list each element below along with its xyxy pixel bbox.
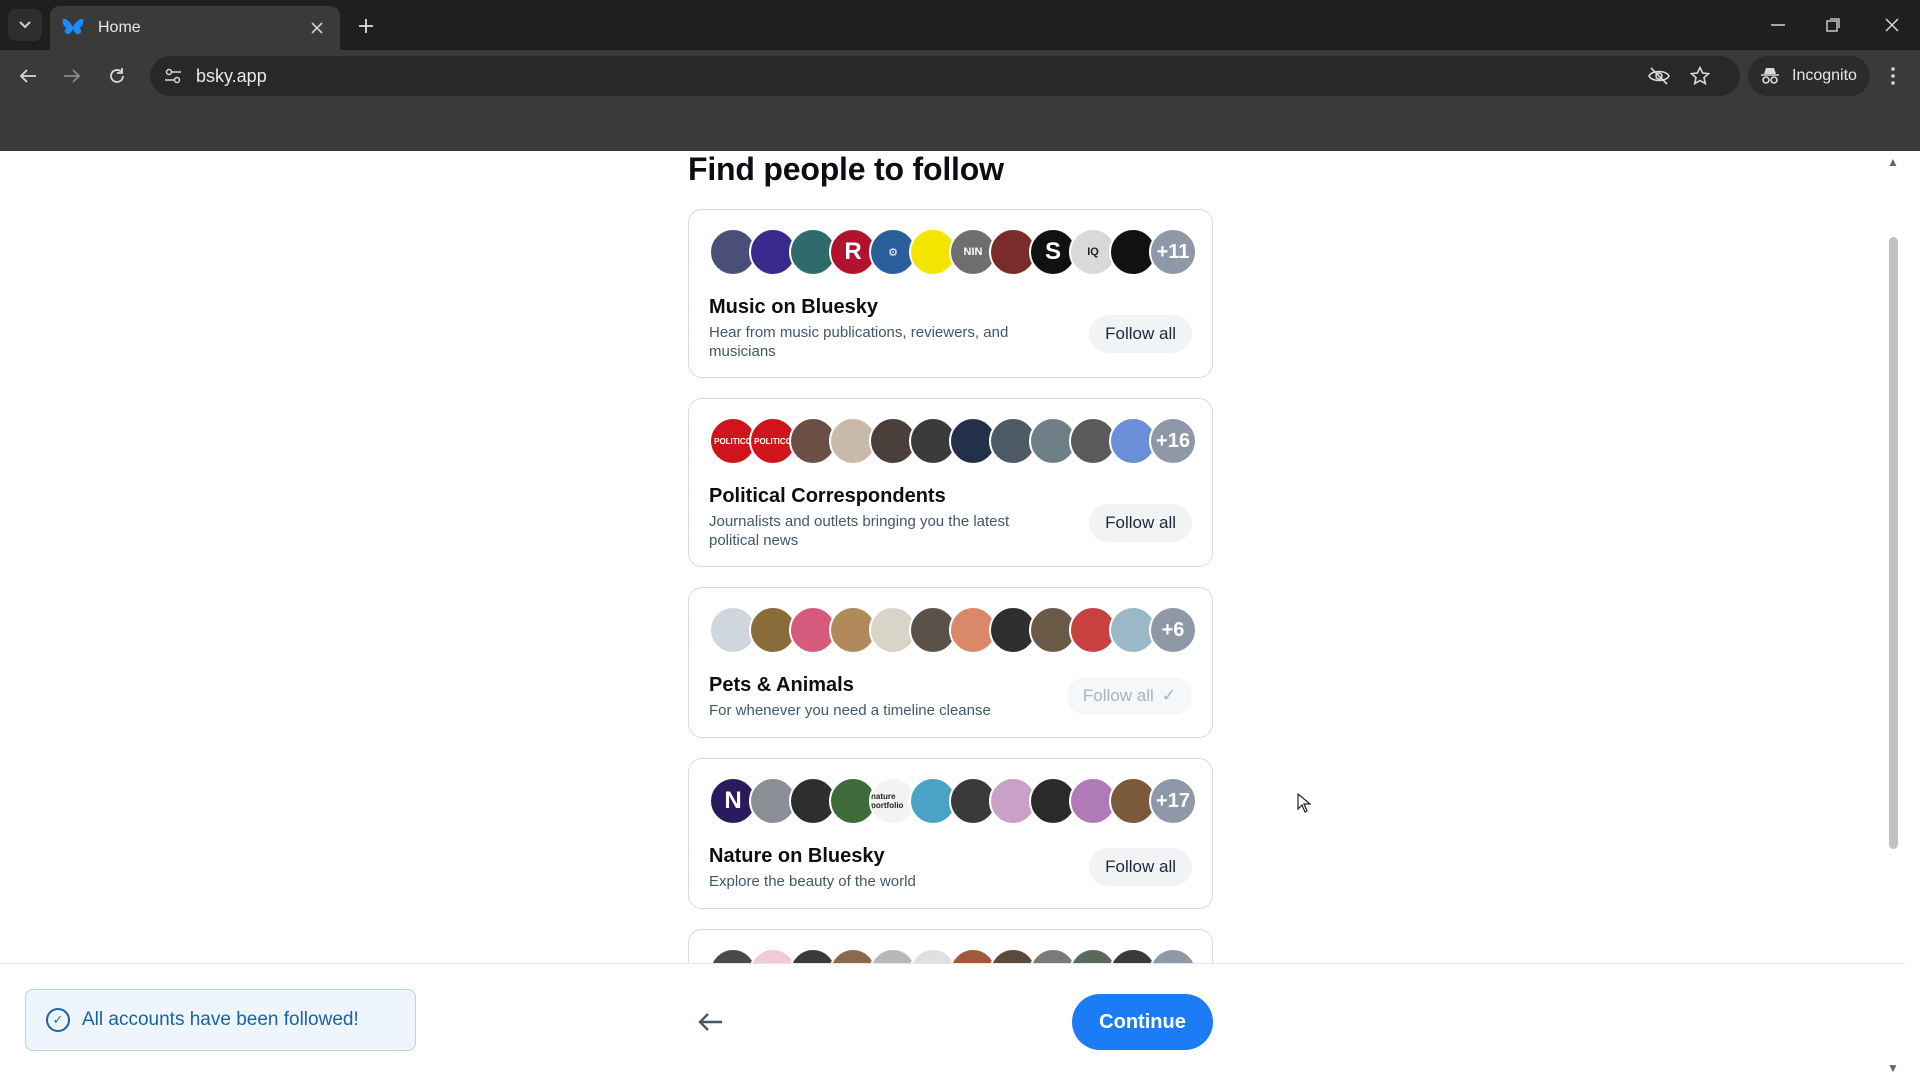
- incognito-label: Incognito: [1792, 67, 1857, 84]
- browser-tab-home[interactable]: Home: [50, 6, 340, 50]
- arrow-right-icon: [64, 69, 81, 83]
- page-content: Find people to follow R ⚙ NIN S IQ +11 Music …: [0, 151, 1920, 1080]
- follow-all-label: Follow all: [1082, 686, 1154, 705]
- scroll-up-arrow-icon[interactable]: ▲: [1887, 155, 1899, 169]
- follow-all-label: Follow all: [1105, 324, 1176, 343]
- reload-button[interactable]: [101, 60, 133, 92]
- starter-pack-card: POLITICO POLITICO +16 Political Correspond…: [688, 398, 1213, 567]
- starter-pack-card: +6 Pets & Animals For whenever you need …: [688, 587, 1213, 738]
- card-description: Explore the beauty of the world: [709, 873, 916, 890]
- reload-icon: [110, 68, 124, 83]
- restore-icon: [1826, 18, 1840, 32]
- page-scrollbar[interactable]: ▲ ▼: [1885, 151, 1905, 1080]
- bluesky-butterfly-icon: [62, 17, 84, 39]
- starter-pack-card: R ⚙ NIN S IQ +11 Music on Bluesky Hear from m…: [688, 209, 1213, 378]
- avatar-stack: Nnature portfolio +17: [709, 777, 1197, 825]
- starter-pack-card: Nnature portfolio +17 Nature on Bluesky E…: [688, 758, 1213, 909]
- close-window-button[interactable]: [1872, 10, 1912, 40]
- card-description: For whenever you need a timeline cleanse: [709, 702, 991, 719]
- minimize-window-button[interactable]: [1758, 10, 1798, 40]
- check-circle-icon: ✓: [46, 1008, 70, 1032]
- arrow-left-icon: [698, 1013, 722, 1031]
- bookmark-star-icon[interactable]: [1687, 64, 1713, 88]
- tab-strip: Home: [0, 0, 1920, 50]
- scroll-thumb[interactable]: [1889, 237, 1898, 849]
- follow-all-button[interactable]: Follow all: [1089, 504, 1192, 542]
- follow-all-button[interactable]: Follow all: [1089, 315, 1192, 353]
- continue-label: Continue: [1099, 1010, 1186, 1033]
- back-button[interactable]: [12, 60, 44, 92]
- page-title: Find people to follow: [688, 151, 1004, 187]
- restore-window-button[interactable]: [1813, 10, 1853, 40]
- chevron-down-icon: [19, 21, 31, 29]
- card-description: Journalists and outlets bringing you the…: [709, 513, 1010, 549]
- close-icon: [1885, 18, 1899, 32]
- new-tab-button[interactable]: [352, 12, 380, 40]
- card-description: Hear from music publications, reviewers,…: [709, 324, 1009, 360]
- more-vertical-icon: [1891, 67, 1895, 85]
- incognito-indicator[interactable]: Incognito: [1748, 56, 1870, 96]
- card-title: Political Correspondents: [709, 485, 946, 507]
- toast-message: All accounts have been followed!: [82, 1009, 359, 1030]
- avatar-stack: +6: [709, 606, 1197, 654]
- avatar-more-count: +6: [1149, 606, 1197, 654]
- follow-all-button[interactable]: Follow all: [1089, 848, 1192, 886]
- browser-toolbar: bsky.app Incognito: [0, 50, 1920, 101]
- mouse-cursor-icon: [1297, 793, 1311, 813]
- success-toast: ✓ All accounts have been followed!: [25, 989, 416, 1051]
- avatar-stack: R ⚙ NIN S IQ +11: [709, 228, 1197, 276]
- tab-search-button[interactable]: [8, 9, 42, 41]
- card-title: Nature on Bluesky: [709, 845, 885, 867]
- card-title: Pets & Animals: [709, 674, 854, 696]
- follow-all-button[interactable]: Follow all ✓: [1066, 677, 1192, 715]
- forward-button[interactable]: [56, 60, 88, 92]
- onboarding-footer: ✓ All accounts have been followed! Conti…: [0, 964, 1905, 1080]
- back-step-button[interactable]: [690, 1002, 730, 1042]
- continue-button[interactable]: Continue: [1072, 994, 1213, 1050]
- follow-all-label: Follow all: [1105, 513, 1176, 532]
- tab-title: Home: [98, 19, 141, 36]
- follow-all-label: Follow all: [1105, 857, 1176, 876]
- avatar-more-count: +16: [1149, 417, 1197, 465]
- avatar-stack: POLITICO POLITICO +16: [709, 417, 1197, 465]
- url-text: bsky.app: [196, 66, 267, 86]
- minimize-icon: [1771, 24, 1785, 26]
- plus-icon: [359, 19, 373, 33]
- bookmarks-bar: [0, 101, 1920, 151]
- close-tab-icon[interactable]: [306, 17, 328, 39]
- card-title: Music on Bluesky: [709, 296, 878, 318]
- avatar-more-count: +11: [1149, 228, 1197, 276]
- address-bar[interactable]: bsky.app: [150, 56, 1740, 96]
- arrow-left-icon: [19, 69, 36, 83]
- browser-menu-button[interactable]: [1878, 60, 1908, 92]
- site-settings-icon[interactable]: [160, 64, 186, 88]
- scroll-down-arrow-icon[interactable]: ▼: [1887, 1061, 1899, 1075]
- eye-off-icon[interactable]: [1646, 64, 1672, 88]
- incognito-icon: [1761, 68, 1779, 84]
- checkmark-icon: ✓: [1161, 686, 1176, 705]
- avatar-more-count: +17: [1149, 777, 1197, 825]
